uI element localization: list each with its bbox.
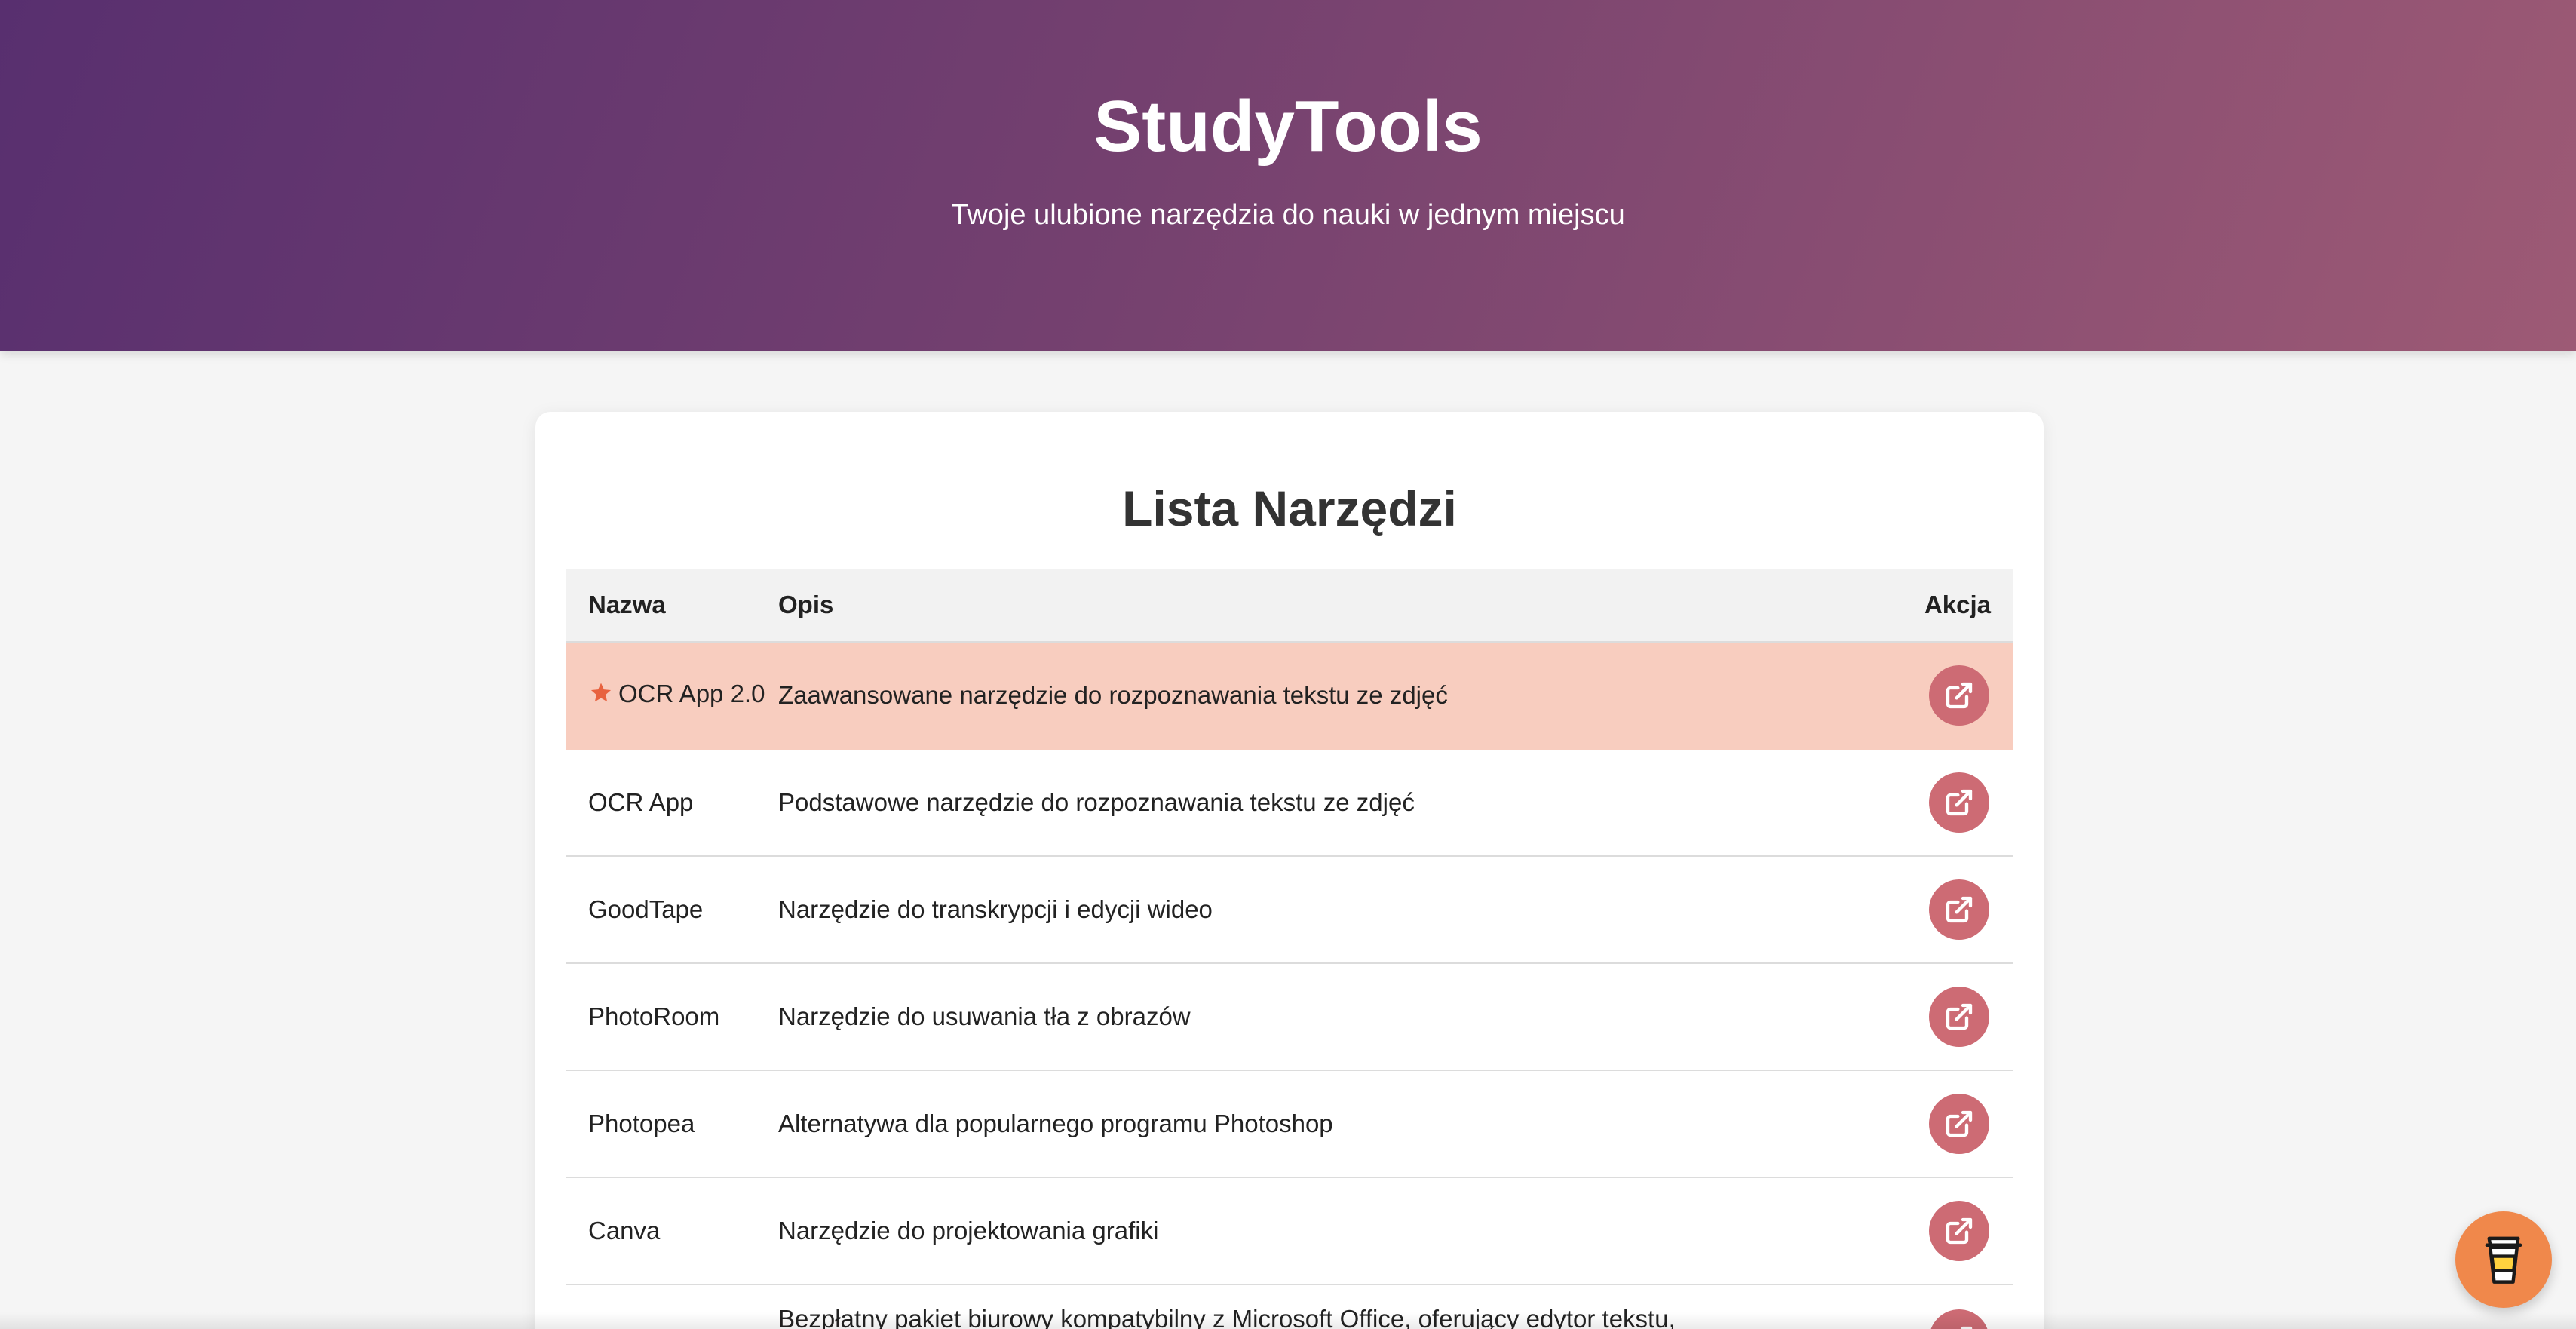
hero-banner: StudyTools Twoje ulubione narzędzia do n…: [0, 0, 2576, 351]
tool-name: Photopea: [588, 1110, 695, 1137]
tool-name: PhotoRoom: [588, 1002, 720, 1030]
table-row-featured: OCR App 2.0 Zaawansowane narzędzie do ro…: [566, 643, 2013, 750]
column-header-action: Akcja: [1924, 591, 1991, 618]
column-header-name: Nazwa: [588, 591, 666, 618]
external-link-icon: [1946, 1217, 1973, 1245]
tool-description: Narzędzie do projektowania grafiki: [778, 1217, 1159, 1245]
tools-card: Lista Narzędzi Nazwa Opis Akcja OCR App …: [535, 412, 2044, 1329]
table-row: PhotoRoom Narzędzie do usuwania tła z ob…: [566, 964, 2013, 1071]
bottom-fade: [0, 1312, 2576, 1329]
buy-coffee-button[interactable]: [2455, 1211, 2552, 1308]
table-row: Canva Narzędzie do projektowania grafiki: [566, 1178, 2013, 1285]
tool-description: Podstawowe narzędzie do rozpoznawania te…: [778, 788, 1415, 816]
table-row: GoodTape Narzędzie do transkrypcji i edy…: [566, 857, 2013, 964]
external-link-icon: [1946, 789, 1973, 816]
tool-name: GoodTape: [588, 895, 704, 923]
tool-name: OCR App 2.0: [618, 680, 765, 707]
open-tool-button[interactable]: [1929, 987, 1989, 1047]
open-tool-button[interactable]: [1929, 665, 1989, 726]
external-link-icon: [1946, 682, 1973, 709]
site-subtitle: Twoje ulubione narzędzia do nauki w jedn…: [951, 199, 1625, 231]
external-link-icon: [1946, 1003, 1973, 1030]
external-link-icon: [1946, 896, 1973, 923]
table-header: Nazwa Opis Akcja: [566, 569, 2013, 643]
tool-name: OCR App: [588, 788, 694, 816]
tool-description: Narzędzie do usuwania tła z obrazów: [778, 1002, 1191, 1030]
tool-name: Canva: [588, 1217, 661, 1245]
tools-heading: Lista Narzędzi: [1122, 480, 1457, 536]
tool-description: Alternatywa dla popularnego programu Pho…: [778, 1110, 1333, 1137]
external-link-icon: [1946, 1110, 1973, 1137]
coffee-cup-icon: [2485, 1236, 2522, 1284]
open-tool-button[interactable]: [1929, 1094, 1989, 1154]
open-tool-button[interactable]: [1929, 879, 1989, 940]
tool-description: Zaawansowane narzędzie do rozpoznawania …: [778, 681, 1448, 709]
table-row: OCR App Podstawowe narzędzie do rozpozna…: [566, 750, 2013, 857]
table-row: Photopea Alternatywa dla popularnego pro…: [566, 1071, 2013, 1178]
tool-name-cell: OCR App 2.0: [566, 680, 778, 711]
open-tool-button[interactable]: [1929, 1201, 1989, 1261]
open-tool-button[interactable]: [1929, 772, 1989, 833]
column-header-desc: Opis: [778, 591, 834, 618]
tools-table: Nazwa Opis Akcja OCR App 2.0 Zaawansowan…: [566, 569, 2013, 1329]
site-title: StudyTools: [1093, 86, 1483, 167]
tool-description: Narzędzie do transkrypcji i edycji wideo: [778, 895, 1213, 923]
star-icon: [588, 681, 614, 711]
